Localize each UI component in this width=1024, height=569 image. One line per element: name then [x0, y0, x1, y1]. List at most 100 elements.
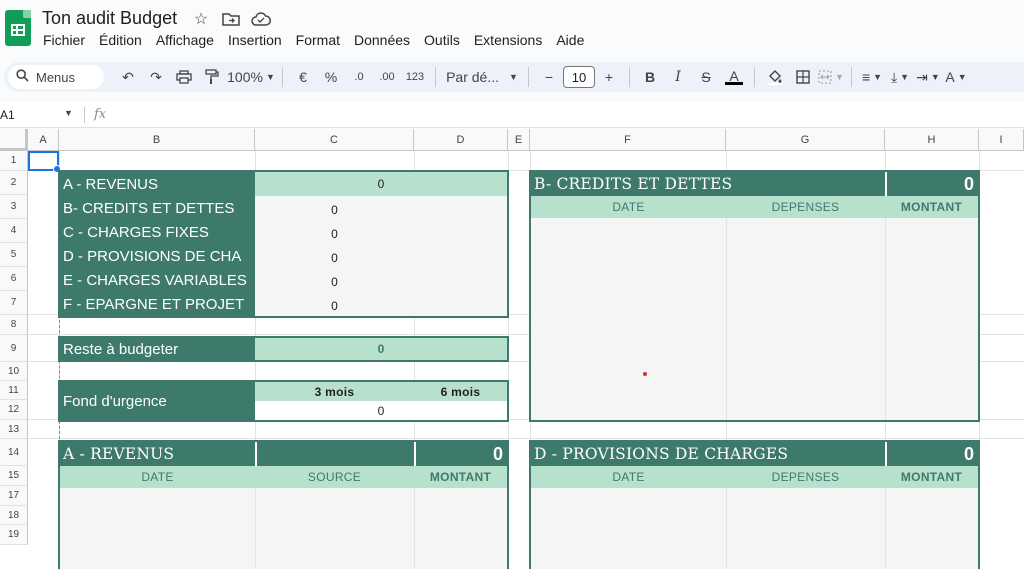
row-header[interactable]: 9 [0, 335, 28, 362]
vertical-align-icon[interactable]: ⤓ ▼ [886, 65, 914, 89]
move-folder-icon[interactable] [220, 9, 242, 29]
row-header[interactable]: 12 [0, 400, 28, 420]
row-header[interactable]: 14 [0, 439, 28, 466]
row-header[interactable]: 4 [0, 219, 28, 243]
column-header-a[interactable]: A [28, 129, 59, 151]
row-header[interactable]: 13 [0, 420, 28, 439]
chevron-down-icon: ▼ [873, 72, 883, 82]
row-header[interactable]: 5 [0, 243, 28, 267]
row-header[interactable]: 17 [0, 486, 28, 506]
revenus-header-source: SOURCE [255, 466, 414, 488]
font-size-input[interactable]: 10 [563, 66, 595, 88]
row-header[interactable]: 10 [0, 362, 28, 381]
revenus-table: A - REVENUS 0 DATE SOURCE MONTANT [58, 440, 509, 569]
revenus-header-montant: MONTANT [414, 466, 507, 488]
credits-title: B- CREDITS ET DETTES [531, 172, 885, 196]
summary-label-credits: B- CREDITS ET DETTES [63, 199, 235, 217]
currency-format-button[interactable]: € [289, 65, 317, 89]
column-divider [255, 488, 256, 569]
revenus-title-spacer [257, 442, 414, 466]
menu-extensions[interactable]: Extensions [467, 32, 549, 48]
menu-aide[interactable]: Aide [549, 32, 591, 48]
cloud-status-icon[interactable] [250, 9, 272, 29]
selected-cell-a1[interactable] [28, 151, 61, 173]
font-select[interactable]: Par dé... ▼ [442, 65, 522, 89]
zoom-select[interactable]: 100% ▼ [226, 65, 276, 89]
row-header[interactable]: 8 [0, 315, 28, 335]
font-size-decrease-button[interactable]: − [535, 65, 563, 89]
fill-color-icon[interactable] [761, 65, 789, 89]
menu-donnees[interactable]: Données [347, 32, 417, 48]
borders-icon[interactable] [789, 65, 817, 89]
summary-table: A - REVENUS 0 B- CREDITS ET DETTES 0 C -… [58, 170, 509, 318]
summary-value-credits[interactable]: 0 [255, 198, 414, 222]
column-header-b[interactable]: B [59, 129, 255, 151]
credits-header-depenses: DEPENSES [726, 196, 885, 218]
provisions-header-date: DATE [531, 466, 726, 488]
merge-cells-icon[interactable]: ▼ [817, 65, 845, 89]
summary-label-revenus: A - REVENUS [63, 175, 159, 193]
font-size-increase-button[interactable]: + [595, 65, 623, 89]
row-header[interactable]: 1 [0, 151, 28, 171]
number-format-button[interactable]: 123 [401, 65, 429, 89]
star-icon[interactable]: ☆ [190, 9, 212, 29]
paint-format-icon[interactable] [198, 65, 226, 89]
zoom-value: 100% [227, 69, 263, 85]
increase-decimal-button[interactable]: .00 [373, 65, 401, 89]
summary-value-epargne[interactable]: 0 [255, 294, 414, 318]
strikethrough-icon[interactable]: S [692, 65, 720, 89]
row-header[interactable]: 2 [0, 171, 28, 195]
text-color-icon[interactable]: A [720, 65, 748, 89]
bold-icon[interactable]: B [636, 65, 664, 89]
document-title[interactable]: Ton audit Budget [42, 8, 177, 29]
name-box[interactable]: A1 ▼ [0, 108, 80, 122]
horizontal-align-icon[interactable]: ≡ ▼ [858, 65, 886, 89]
print-icon[interactable] [170, 65, 198, 89]
row-header[interactable]: 7 [0, 291, 28, 315]
row-header[interactable]: 3 [0, 195, 28, 219]
column-divider [726, 218, 727, 420]
undo-icon[interactable]: ↶ [114, 65, 142, 89]
chevron-down-icon: ▼ [957, 72, 967, 82]
summary-value-provisions[interactable]: 0 [255, 246, 414, 270]
column-header-h[interactable]: H [885, 129, 979, 151]
row-header[interactable]: 18 [0, 506, 28, 525]
spreadsheet-grid[interactable]: A B C D E F G H I 1 2 3 4 5 6 7 8 9 10 1… [0, 129, 1024, 569]
column-header-d[interactable]: D [414, 129, 508, 151]
text-rotation-icon[interactable]: A ▼ [942, 65, 970, 89]
sheets-logo-icon[interactable] [5, 10, 31, 46]
menus-search-button[interactable]: Menus [8, 65, 104, 89]
italic-icon[interactable]: I [664, 65, 692, 89]
menu-bar: Fichier Édition Affichage Insertion Form… [36, 32, 591, 48]
summary-value-charges-fixes[interactable]: 0 [255, 222, 414, 246]
menu-outils[interactable]: Outils [417, 32, 467, 48]
menu-format[interactable]: Format [289, 32, 347, 48]
select-all-corner[interactable] [0, 129, 28, 151]
menu-edition[interactable]: Édition [92, 32, 149, 48]
urgence-value[interactable]: 0 [255, 401, 507, 420]
credits-header-date: DATE [531, 196, 726, 218]
column-header-c[interactable]: C [255, 129, 414, 151]
column-header-g[interactable]: G [726, 129, 885, 151]
text-wrap-icon[interactable]: ⇥ ▼ [914, 65, 942, 89]
menu-insertion[interactable]: Insertion [221, 32, 289, 48]
column-header-i[interactable]: I [979, 129, 1024, 151]
menu-affichage[interactable]: Affichage [149, 32, 221, 48]
divider [629, 67, 630, 87]
summary-value-revenus[interactable]: 0 [255, 172, 507, 196]
redo-icon[interactable]: ↷ [142, 65, 170, 89]
row-header[interactable]: 11 [0, 381, 28, 400]
row-header[interactable]: 15 [0, 466, 28, 486]
urgence-table: Fond d'urgence 3 mois 6 mois 0 [58, 380, 509, 422]
column-header-f[interactable]: F [530, 129, 726, 151]
decrease-decimal-button[interactable]: .0 [345, 65, 373, 89]
percent-format-button[interactable]: % [317, 65, 345, 89]
revenus-title: A - REVENUS [60, 442, 255, 466]
reste-value[interactable]: 0 [255, 338, 507, 360]
column-divider [726, 488, 727, 569]
column-header-e[interactable]: E [508, 129, 530, 151]
row-header[interactable]: 6 [0, 267, 28, 291]
menu-fichier[interactable]: Fichier [36, 32, 92, 48]
row-header[interactable]: 19 [0, 525, 28, 545]
summary-value-charges-variables[interactable]: 0 [255, 270, 414, 294]
